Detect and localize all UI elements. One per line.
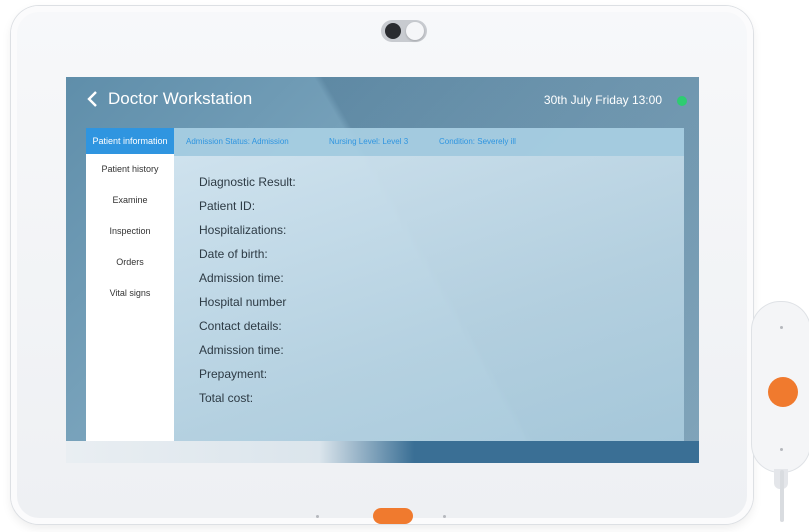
field-hospital-number: Hospital number [199,295,287,309]
speaker-dot [316,515,319,518]
pendant-cord [780,470,784,522]
field-contact-details: Contact details: [199,319,282,333]
camera-module [381,20,427,42]
header-bar: Doctor Workstation 30th July Friday 13:0… [66,77,699,125]
admission-status-tag: Admission Status: Admission [186,137,289,146]
status-indicator [677,96,687,106]
patient-status-bar: Admission Status: Admission Nursing Leve… [174,128,684,156]
nurse-call-pendant [752,302,809,489]
page-title: Doctor Workstation [108,89,253,108]
sidebar-item-examine[interactable]: Examine [86,185,174,216]
camera-lens-icon [385,23,401,39]
field-date-of-birth: Date of birth: [199,247,268,261]
field-admission-time: Admission time: [199,271,284,285]
field-diagnostic-result: Diagnostic Result: [199,175,296,189]
call-button[interactable] [768,377,798,407]
field-total-cost: Total cost: [199,391,254,405]
sidebar-item-vital-signs[interactable]: Vital signs [86,278,174,309]
screen: Doctor Workstation 30th July Friday 13:0… [66,77,699,463]
chevron-left-icon[interactable] [86,90,102,110]
sidebar: Patient information Patient history Exam… [86,128,174,441]
home-button[interactable] [373,508,413,524]
sidebar-item-patient-history[interactable]: Patient history [86,154,174,185]
speaker-dot [443,515,446,518]
field-patient-id: Patient ID: [199,199,256,213]
sidebar-item-orders[interactable]: Orders [86,247,174,278]
field-prepayment: Prepayment: [199,367,268,381]
nursing-level-tag: Nursing Level: Level 3 [329,137,409,146]
bottom-strip [66,441,699,463]
sidebar-item-patient-information[interactable]: Patient information [86,128,174,154]
sidebar-item-inspection[interactable]: Inspection [86,216,174,247]
field-admission-time-2: Admission time: [199,343,284,357]
field-hospitalizations: Hospitalizations: [199,223,287,237]
datetime-label: 30th July Friday 13:00 [543,93,662,107]
privacy-slider[interactable] [406,22,424,40]
patient-info-panel: Diagnostic Result: Patient ID: Hospitali… [174,156,684,441]
condition-tag: Condition: Severely ill [439,137,516,146]
